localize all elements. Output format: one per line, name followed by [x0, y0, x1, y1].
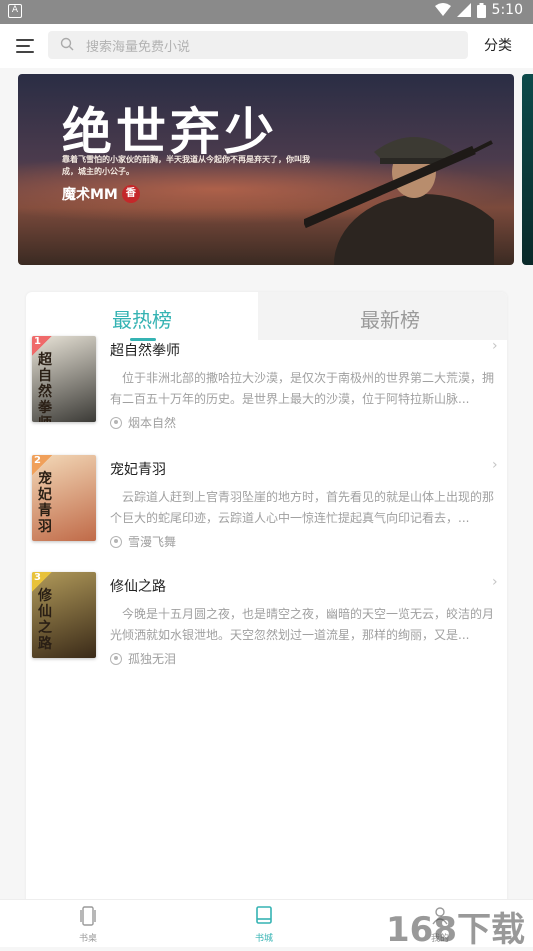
wifi-icon [434, 3, 451, 16]
book-title[interactable]: 修仙之路 [110, 576, 166, 596]
site-watermark: 168下载 [386, 910, 525, 950]
search-input[interactable]: 搜索海量免费小说 [48, 31, 468, 59]
nav-bookshelf-label: 书桌 [78, 934, 97, 944]
book-icon [256, 906, 272, 924]
chevron-right-icon[interactable]: › [492, 457, 498, 473]
book-cover[interactable]: 3 修仙之路 [32, 572, 96, 658]
search-icon [60, 37, 74, 51]
book-cover[interactable]: 1 超自然拳师 [32, 336, 96, 422]
banner-badge: 香 [121, 185, 140, 203]
nav-bookshelf[interactable]: 书桌 [58, 906, 118, 944]
category-button[interactable]: 分类 [484, 35, 512, 55]
book-description: 位于非洲北部的撒哈拉大沙漠，是仅次于南极州的世界第二大荒漠，拥有二百五十万年的历… [110, 371, 495, 406]
nav-bookstore-label: 书城 [254, 934, 273, 944]
status-bar: A 5:10 [0, 0, 533, 24]
author-icon [110, 652, 122, 665]
book-list-item[interactable]: 2 宠妃青羽 宠妃青羽 › 云踪道人赶到上官青羽坠崖的地方时，首先看见的就是山体… [26, 455, 507, 565]
book-cover-text: 超自然拳师 [38, 352, 52, 422]
book-description: 今晚是十五月圆之夜，也是晴空之夜，幽暗的天空一览无云，皎洁的月光倾洒就如水银泄地… [110, 607, 495, 642]
battery-icon [476, 2, 486, 18]
author-icon [110, 535, 122, 548]
banner-subtitle: 靠着飞雪怕的小家伙的前胸，半天我道从今起你不再是弃天了，你叫我成，城主的小公子。 [62, 155, 310, 176]
author-icon [110, 416, 122, 429]
banner-soldier-illustration [304, 137, 494, 265]
top-bar: 搜索海量免费小说 分类 [0, 24, 533, 68]
signal-icon [456, 3, 471, 17]
notification-app-icon: A [8, 4, 22, 18]
book-list-item[interactable]: 3 修仙之路 修仙之路 › 今晚是十五月圆之夜，也是晴空之夜，幽暗的天空一览无云… [26, 572, 507, 682]
book-author-name: 孤独无泪 [128, 652, 177, 666]
tab-new-ranking[interactable]: 最新榜 [360, 304, 420, 333]
bookshelf-icon [80, 906, 96, 926]
book-author: 雪漫飞舞 [110, 533, 176, 550]
nav-bookstore[interactable]: 书城 [234, 906, 294, 944]
book-cover[interactable]: 2 宠妃青羽 [32, 455, 96, 541]
book-list-item[interactable]: 1 超自然拳师 超自然拳师 › 位于非洲北部的撒哈拉大沙漠，是仅次于南极州的世界… [26, 336, 507, 446]
rank-number: 2 [34, 455, 41, 466]
ranking-card: 最热榜 最新榜 1 超自然拳师 超自然拳师 › 位于非洲北部的撒哈拉大沙漠，是仅… [26, 292, 507, 912]
banner-author: 魔术MM 香 [62, 184, 140, 204]
book-title[interactable]: 宠妃青羽 [110, 459, 166, 479]
rank-number: 3 [34, 572, 41, 583]
banner-author-name: 魔术MM [62, 187, 118, 203]
book-author-name: 雪漫飞舞 [128, 535, 177, 549]
ranking-tabs: 最热榜 最新榜 [26, 292, 507, 341]
book-description: 云踪道人赶到上官青羽坠崖的地方时，首先看见的就是山体上出现的那个巨大的蛇尾印迹，… [110, 490, 495, 525]
book-author: 烟本自然 [110, 414, 176, 431]
menu-icon[interactable] [16, 37, 36, 53]
book-author: 孤独无泪 [110, 650, 176, 667]
rank-number: 1 [34, 336, 41, 347]
status-time: 5:10 [491, 2, 523, 18]
tab-hot-ranking[interactable]: 最热榜 [112, 304, 172, 333]
status-icons: 5:10 [434, 2, 523, 18]
book-cover-text: 宠妃青羽 [38, 471, 52, 535]
search-placeholder: 搜索海量免费小说 [86, 40, 191, 55]
book-title[interactable]: 超自然拳师 [110, 340, 180, 360]
chevron-right-icon[interactable]: › [492, 574, 498, 590]
chevron-right-icon[interactable]: › [492, 338, 498, 354]
next-banner-peek[interactable] [522, 74, 533, 265]
book-author-name: 烟本自然 [128, 416, 177, 430]
banner-carousel[interactable]: 绝世弃少 靠着飞雪怕的小家伙的前胸，半天我道从今起你不再是弃天了，你叫我成，城主… [18, 74, 514, 265]
book-cover-text: 修仙之路 [38, 588, 52, 652]
